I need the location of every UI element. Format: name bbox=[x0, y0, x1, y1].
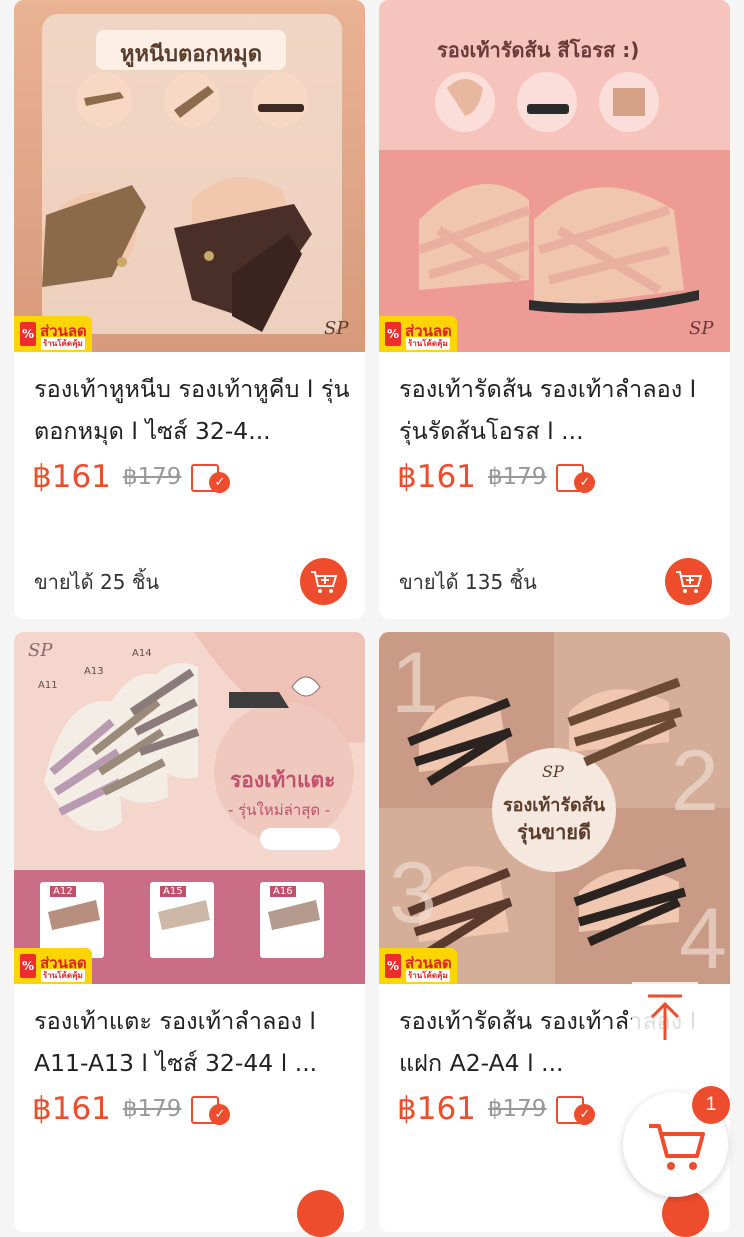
price-row: ฿161 ฿179 ✓ bbox=[397, 454, 596, 500]
big-number: 3 bbox=[389, 845, 437, 941]
price-row: ฿161 ฿179 ✓ bbox=[397, 1086, 596, 1132]
image-subline: - รุ่นใหม่ล่าสุด - bbox=[228, 801, 331, 819]
big-number: 1 bbox=[391, 635, 439, 731]
brand-logo: SP bbox=[324, 318, 349, 339]
product-title[interactable]: รองเท้ารัดส้น รองเท้าลำลอง l รุ่นรัดส้นโ… bbox=[399, 368, 719, 452]
original-price: ฿179 bbox=[487, 1096, 547, 1122]
badge-sublabel: ร้านโค้ดคุ้ม bbox=[41, 337, 85, 350]
percent-icon: % bbox=[385, 322, 401, 346]
percent-icon: % bbox=[20, 954, 36, 978]
product-image[interactable]: 1 2 3 4 SP รองเท้ารัดส้น รุ่นขายดี % ส่ว… bbox=[379, 632, 730, 984]
big-number: 2 bbox=[671, 733, 719, 829]
model-label: A16 bbox=[270, 886, 296, 897]
cod-badge-icon: ✓ bbox=[191, 1094, 231, 1125]
product-title[interactable]: รองเท้าหูหนีบ รองเท้าหูคีบ l รุ่นตอกหมุด… bbox=[34, 368, 354, 452]
product-card[interactable]: รองเท้าแตะ - รุ่นใหม่ล่าสุด - SP A11 A13… bbox=[14, 632, 365, 1232]
image-headline: รองเท้าแตะ bbox=[230, 768, 336, 792]
badge-sublabel: ร้านโค้ดคุ้ม bbox=[41, 969, 85, 982]
product-title[interactable]: รองเท้าแตะ รองเท้าลำลอง l A11-A13 l ไซส์… bbox=[34, 1000, 354, 1084]
arrow-up-icon bbox=[648, 994, 682, 1040]
product-image[interactable]: รองเท้าแตะ - รุ่นใหม่ล่าสุด - SP A11 A13… bbox=[14, 632, 365, 984]
cart-plus-icon bbox=[676, 571, 703, 593]
model-label: A11 bbox=[38, 680, 58, 691]
model-label: A13 bbox=[84, 666, 104, 677]
model-label: A14 bbox=[132, 648, 152, 659]
discount-badge: % ส่วนลด ร้านโค้ดคุ้ม bbox=[379, 948, 457, 984]
product-card[interactable]: รองเท้ารัดส้น สีโอรส :) SP % ส่วนลด ร้าน… bbox=[379, 0, 730, 619]
add-to-cart-button[interactable] bbox=[297, 1190, 344, 1237]
brand-logo: SP bbox=[689, 318, 714, 339]
scroll-to-top-button[interactable] bbox=[632, 982, 698, 1054]
discount-badge: % ส่วนลด ร้านโค้ดคุ้ม bbox=[379, 316, 457, 352]
cod-badge-icon: ✓ bbox=[556, 1094, 596, 1125]
sold-count: ขายได้ 25 ชิ้น bbox=[34, 570, 160, 594]
price: ฿161 bbox=[32, 459, 111, 495]
original-price: ฿179 bbox=[122, 464, 182, 490]
price: ฿161 bbox=[397, 1091, 476, 1127]
add-to-cart-button[interactable] bbox=[300, 558, 347, 605]
add-to-cart-button[interactable] bbox=[662, 1190, 709, 1237]
cod-badge-icon: ✓ bbox=[556, 462, 596, 493]
percent-icon: % bbox=[20, 322, 36, 346]
discount-badge: % ส่วนลด ร้านโค้ดคุ้ม bbox=[14, 316, 92, 352]
price-row: ฿161 ฿179 ✓ bbox=[32, 1086, 231, 1132]
badge-sublabel: ร้านโค้ดคุ้ม bbox=[406, 969, 450, 982]
image-headline: รองเท้ารัดส้น bbox=[502, 795, 606, 816]
sold-count: ขายได้ 135 ชิ้น bbox=[399, 570, 537, 594]
cart-plus-icon bbox=[311, 571, 338, 593]
image-headline: รองเท้ารัดส้น สีโอรส :) bbox=[437, 38, 640, 62]
price: ฿161 bbox=[32, 1091, 111, 1127]
big-number: 4 bbox=[679, 891, 727, 984]
add-to-cart-button[interactable] bbox=[665, 558, 712, 605]
brand-logo: SP bbox=[28, 640, 53, 661]
model-label: A15 bbox=[160, 886, 186, 897]
product-card[interactable]: หูหนีบตอกหมุด SP % ส่วนลด ร้านโค้ดคุ้ม ร… bbox=[14, 0, 365, 619]
model-label: A12 bbox=[50, 886, 76, 897]
discount-badge: % ส่วนลด ร้านโค้ดคุ้ม bbox=[14, 948, 92, 984]
brand-logo: SP bbox=[542, 762, 564, 781]
cod-badge-icon: ✓ bbox=[191, 462, 231, 493]
cart-count-badge: 1 bbox=[692, 1086, 730, 1124]
product-image[interactable]: หูหนีบตอกหมุด SP % ส่วนลด ร้านโค้ดคุ้ม bbox=[14, 0, 365, 352]
price: ฿161 bbox=[397, 459, 476, 495]
badge-sublabel: ร้านโค้ดคุ้ม bbox=[406, 337, 450, 350]
percent-icon: % bbox=[385, 954, 401, 978]
product-image[interactable]: รองเท้ารัดส้น สีโอรส :) SP % ส่วนลด ร้าน… bbox=[379, 0, 730, 352]
original-price: ฿179 bbox=[487, 464, 547, 490]
price-row: ฿161 ฿179 ✓ bbox=[32, 454, 231, 500]
original-price: ฿179 bbox=[122, 1096, 182, 1122]
image-subline: รุ่นขายดี bbox=[516, 820, 592, 844]
image-headline: หูหนีบตอกหมุด bbox=[119, 42, 263, 67]
